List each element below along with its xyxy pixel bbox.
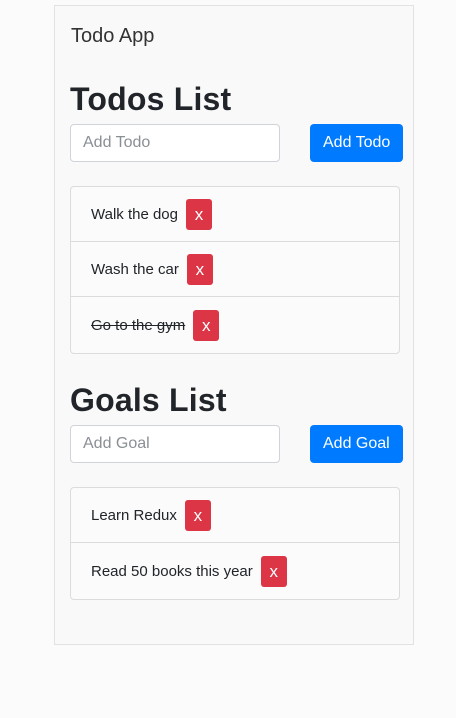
todo-item-text-completed[interactable]: Go to the gym [91,317,185,334]
remove-goal-button[interactable]: x [184,499,211,531]
goal-item: Learn Redux x [71,488,399,543]
remove-todo-button[interactable]: x [186,198,212,230]
goals-list: Learn Redux x Read 50 books this year x [70,487,400,600]
goal-item: Read 50 books this year x [71,543,399,599]
add-todo-button[interactable]: Add Todo [310,124,404,162]
add-goal-input[interactable] [70,425,280,463]
todo-item-text[interactable]: Wash the car [91,261,179,278]
todo-item-text[interactable]: Walk the dog [91,206,178,223]
remove-goal-button[interactable]: x [260,555,287,587]
remove-todo-button[interactable]: x [186,253,213,285]
goals-title: Goals List [70,382,227,418]
add-goal-button[interactable]: Add Goal [310,425,403,463]
remove-todo-button[interactable]: x [193,309,220,341]
todo-item: Wash the car x [71,242,399,297]
todos-title: Todos List [70,81,232,117]
todo-item: Walk the dog x [71,187,399,242]
add-todo-input[interactable] [70,124,280,162]
goal-item-text: Read 50 books this year [91,562,253,580]
todos-list: Walk the dog x Wash the car x Go to the … [70,186,400,354]
app-brand: Todo App [71,25,155,47]
todo-item: Go to the gym x [71,297,399,353]
goal-item-text: Learn Redux [91,506,177,524]
app-container: Todo App Todos List Add Todo Walk the do… [54,5,414,645]
